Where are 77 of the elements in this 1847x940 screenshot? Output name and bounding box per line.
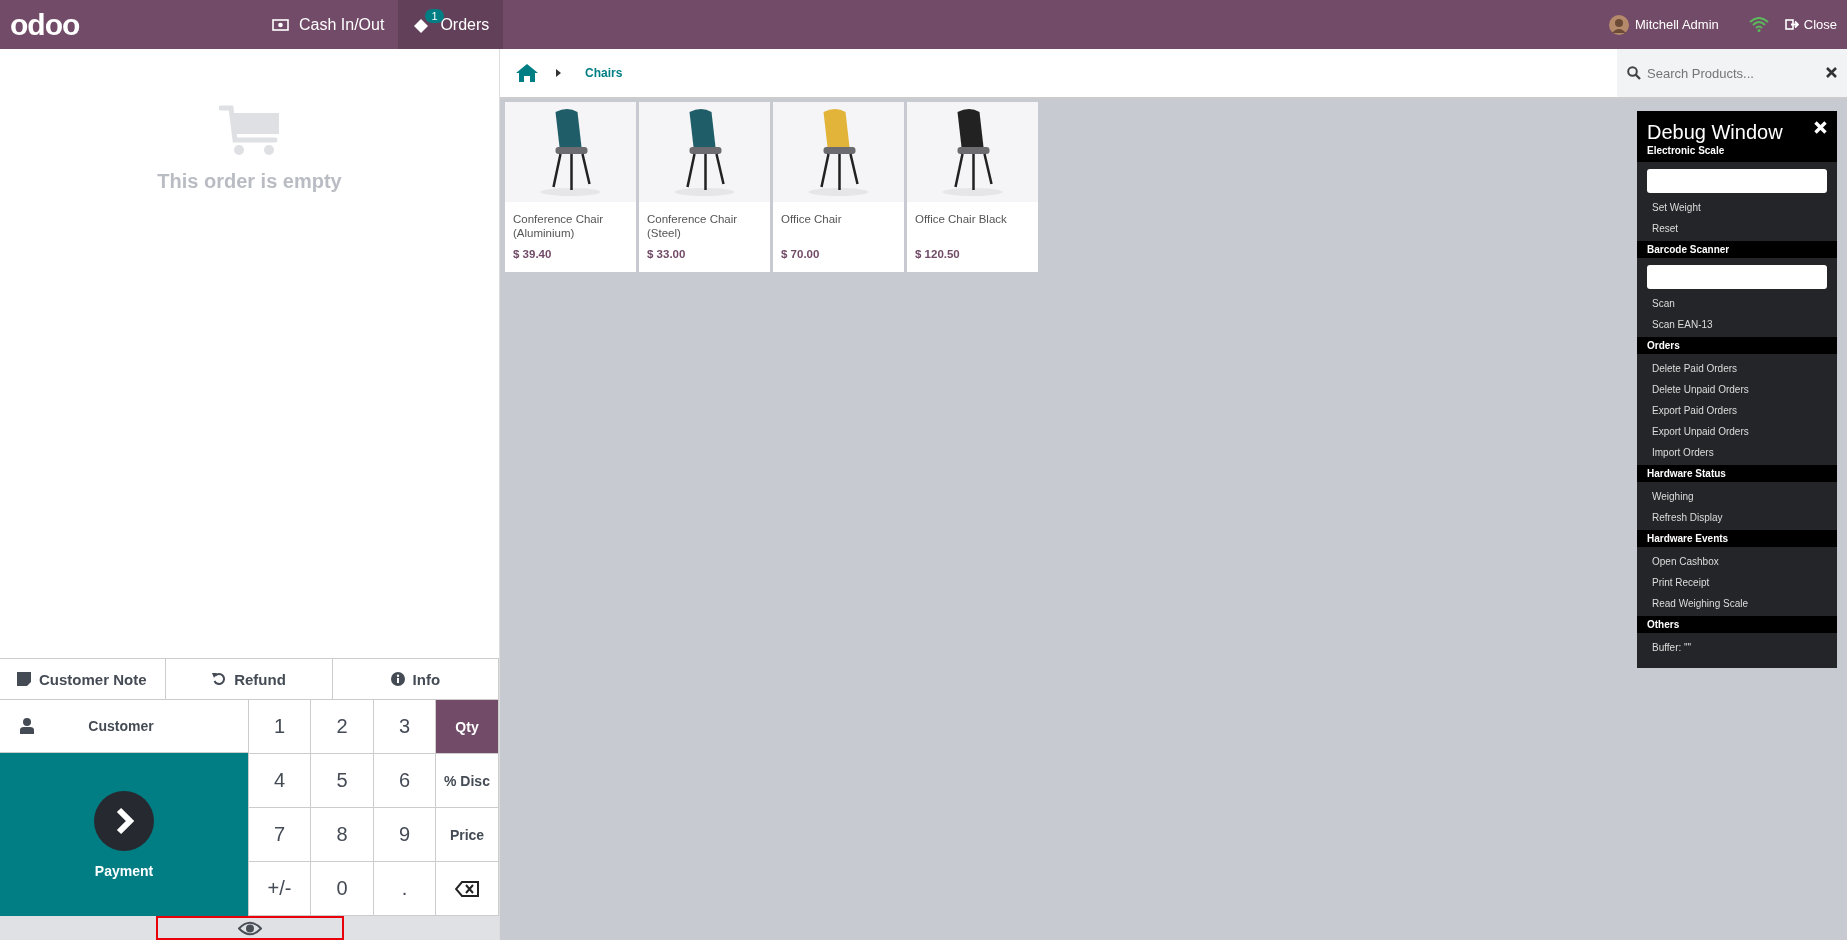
numpad-key[interactable]: 9 [374, 808, 436, 862]
banknote-icon [272, 18, 289, 31]
undo-icon [212, 672, 227, 686]
numpad-key[interactable]: 3 [374, 700, 436, 754]
numpad-key[interactable]: 7 [249, 808, 311, 862]
product-price: $ 33.00 [646, 248, 687, 260]
debug-action[interactable]: Open Cashbox [1647, 551, 1827, 572]
section-heading: Orders [1637, 337, 1837, 354]
debug-action[interactable]: Export Paid Orders [1647, 400, 1827, 421]
sign-out-icon [1784, 18, 1799, 31]
search-field[interactable]: Search Products... [1617, 49, 1847, 97]
debug-action[interactable]: Delete Unpaid Orders [1647, 379, 1827, 400]
input-field[interactable] [1647, 169, 1827, 193]
debug-title: Debug Window [1647, 121, 1783, 144]
avatar-icon [1608, 14, 1629, 35]
debug-action[interactable]: Read Weighing Scale [1647, 593, 1827, 614]
debug-action[interactable]: Print Receipt [1647, 572, 1827, 593]
section-heading: Barcode Scanner [1637, 241, 1837, 258]
numpad-key[interactable]: 2 [311, 700, 374, 754]
numpad-key[interactable]: 8 [311, 808, 374, 862]
cash-button[interactable]: Cash In/Out [258, 0, 399, 49]
numpad-key[interactable]: 4 [249, 754, 311, 808]
backspace-icon [455, 880, 479, 897]
close-icon[interactable] [1814, 121, 1827, 134]
product-name: Office Chair Black [914, 212, 1008, 227]
numpad-key[interactable]: 6 [374, 754, 436, 808]
numpad-key[interactable]: . [374, 862, 436, 916]
breadcrumb-link[interactable]: Chairs [585, 66, 623, 80]
mode-key[interactable]: Price [436, 808, 499, 862]
debug-action[interactable]: Weighing [1647, 486, 1827, 507]
input-field[interactable] [1647, 265, 1827, 289]
debug-action[interactable]: Reset [1647, 218, 1827, 239]
wifi-icon [1748, 17, 1769, 32]
user-icon [20, 718, 34, 734]
home-icon[interactable] [516, 64, 538, 82]
backspace-key[interactable] [436, 862, 499, 916]
debug-action[interactable]: Export Unpaid Orders [1647, 421, 1827, 442]
debug-action[interactable]: Import Orders [1647, 442, 1827, 463]
debug-action[interactable]: Set Weight [1647, 197, 1827, 218]
numpad-key[interactable]: 1 [249, 700, 311, 754]
mode-key[interactable]: Qty [436, 700, 499, 754]
mode-key[interactable]: % Disc [436, 754, 499, 808]
caret-icon [556, 69, 561, 77]
note-icon [17, 672, 31, 686]
debug-action[interactable]: Scan EAN-13 [1647, 314, 1827, 335]
buffer-text: Buffer: "" [1651, 641, 1693, 655]
section-heading: Electronic Scale [1637, 144, 1837, 162]
cart-icon [218, 104, 281, 156]
debug-action[interactable]: Scan [1647, 293, 1827, 314]
numpad-key[interactable]: +/- [249, 862, 311, 916]
empty-order-message: This order is empty [157, 170, 342, 193]
close-button[interactable]: Close [1784, 17, 1847, 32]
product-price: $ 70.00 [780, 248, 821, 260]
section-heading: Others [1637, 616, 1837, 633]
eye-icon[interactable] [237, 920, 262, 936]
product-name: Office Chair [780, 212, 843, 227]
numpad-key[interactable]: 5 [311, 754, 374, 808]
clear-icon[interactable] [1826, 67, 1837, 78]
product-price: $ 39.40 [512, 248, 553, 260]
product-name: Conference Chair (Aluminium) [512, 212, 605, 241]
debug-action[interactable]: Refresh Display [1647, 507, 1827, 528]
product-card[interactable]: Conference Chair (Steel) $ 33.00 [639, 102, 770, 272]
numpad-key[interactable]: 0 [311, 862, 374, 916]
section-heading: Hardware Status [1637, 465, 1837, 482]
info-icon [390, 672, 405, 686]
ticket-icon [412, 16, 431, 33]
logo: odoo [9, 7, 81, 42]
user-name[interactable]: Mitchell Admin [1634, 17, 1719, 32]
product-price: $ 120.50 [914, 248, 961, 260]
debug-action[interactable]: Delete Paid Orders [1647, 358, 1827, 379]
product-card[interactable]: Office Chair Black $ 120.50 [907, 102, 1038, 272]
product-card[interactable]: Office Chair $ 70.00 [773, 102, 904, 272]
section-heading: Hardware Events [1637, 530, 1837, 547]
payment-button[interactable]: Payment [0, 753, 248, 916]
product-name: Conference Chair (Steel) [646, 212, 739, 241]
product-card[interactable]: Conference Chair (Aluminium) $ 39.40 [505, 102, 636, 272]
chevron-icon [94, 790, 154, 851]
